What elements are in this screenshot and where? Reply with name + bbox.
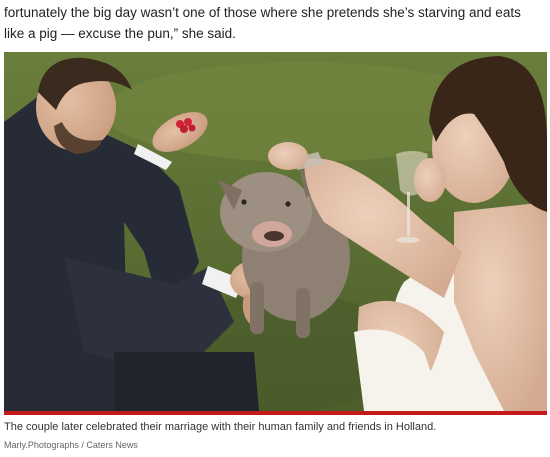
photo-credit: Marly.Photographs / Caters News (4, 440, 138, 450)
caption-rule (4, 411, 547, 415)
article-photo[interactable] (4, 52, 547, 411)
article-paragraph: fortunately the big day wasn’t one of th… (4, 5, 521, 41)
photo-caption: The couple later celebrated their marria… (4, 421, 437, 433)
